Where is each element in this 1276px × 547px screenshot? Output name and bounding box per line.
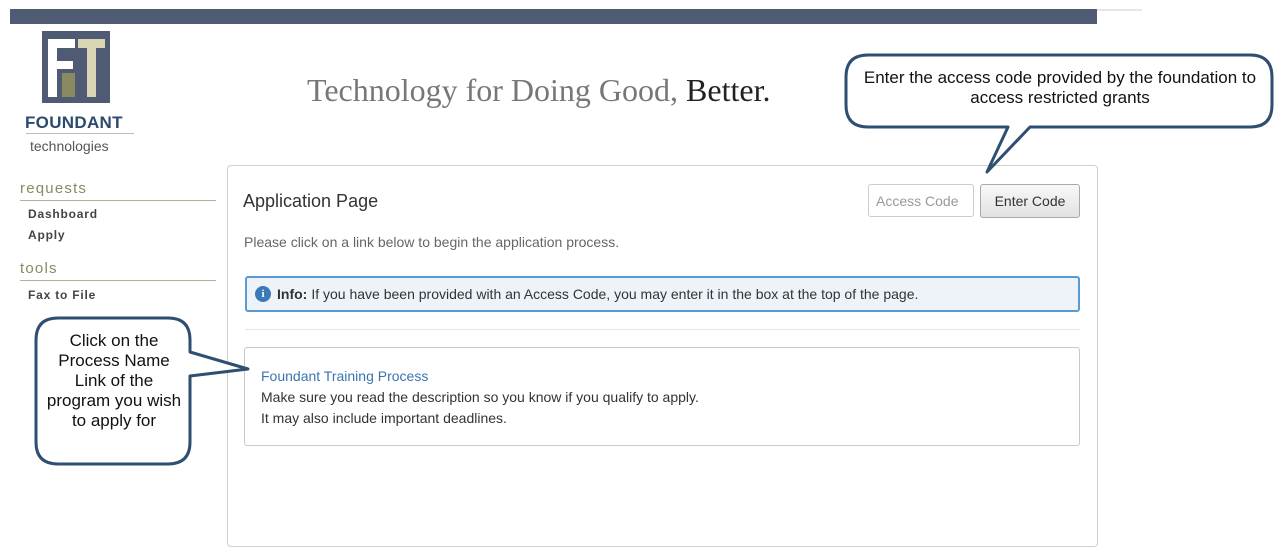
access-code-callout-text: Enter the access code provided by the fo…: [863, 68, 1257, 107]
process-link-callout-text: Click on the Process Name Link of the pr…: [46, 331, 182, 430]
